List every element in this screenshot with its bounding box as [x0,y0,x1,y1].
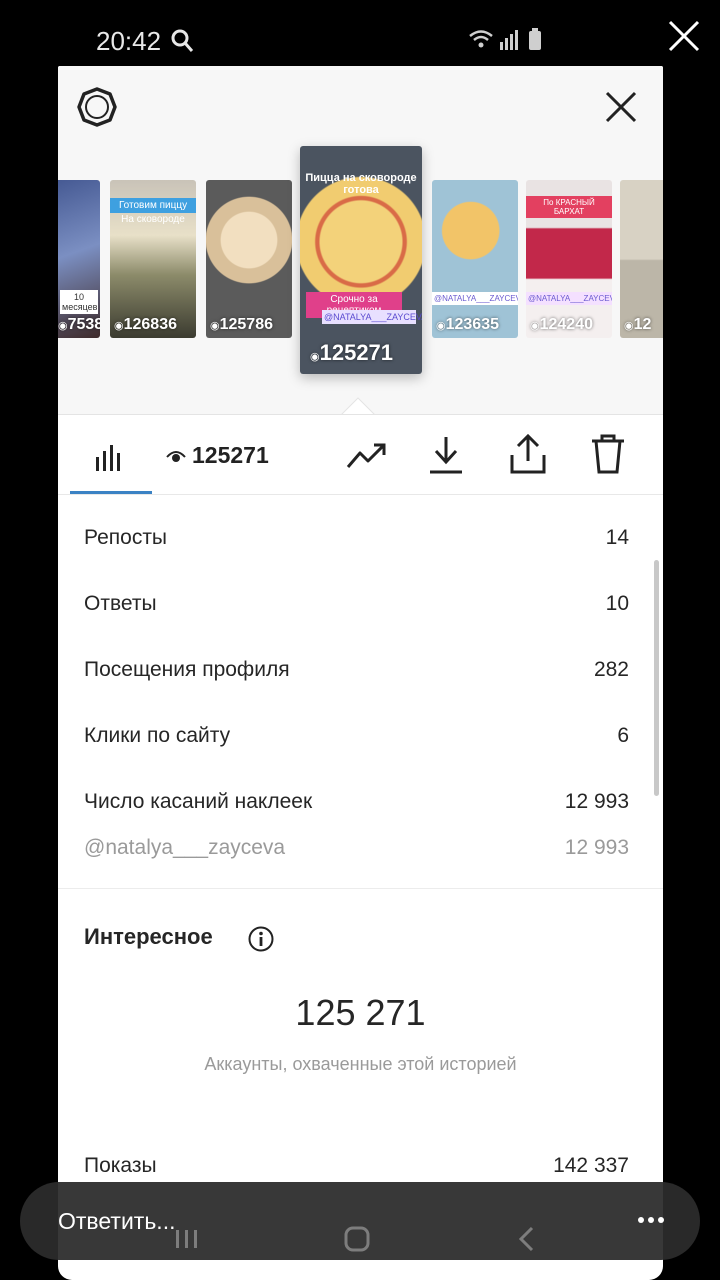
divider [58,888,663,889]
stat-row-mention[interactable]: @natalya___zayceva 12 993 [58,826,663,872]
story-mention-tag: @NATALYA___ZAYCEVA [322,310,422,324]
stat-row-profile-visits: Посещения профиля 282 [58,628,663,694]
story-views: 123635 [436,316,499,334]
story-thumbnail[interactable]: Готовим пиццу На сковороде 126836 [110,180,196,338]
trash-icon[interactable] [590,433,626,475]
stat-label: Число касаний наклеек [84,790,313,813]
screen: 20:42 10 месяцев ◉ 7538 Готовим пиццу На… [0,0,720,1280]
reach-caption: Аккаунты, охваченные этой историей [204,1054,517,1074]
story-views: 125271 [310,340,393,366]
stat-label: Посещения профиля [84,658,290,681]
selected-pointer [340,397,376,416]
story-views: 12 [624,316,652,334]
stat-value: 6 [617,724,629,747]
close-viewer-icon[interactable] [666,18,702,54]
reach-value: 125 271 [295,992,426,1033]
stat-value: 12 993 [564,836,629,859]
stories-strip-area: 10 месяцев 7538 Готовим пиццу На сковоро… [58,66,663,416]
stat-row-reposts: Репосты 14 [58,496,663,562]
story-thumbnail[interactable]: 125786 [206,180,292,338]
story-views: 7538 [58,316,100,334]
status-bar: 20:42 [58,22,663,62]
home-icon [344,1226,370,1252]
story-caption: Готовим пиццу [110,198,196,213]
story-thumbnail-active[interactable]: Пицца на сковороде готова Срочно за реце… [300,146,422,374]
story-caption: @NATALYA___ZAYCEVA [432,292,518,305]
back-icon [518,1226,534,1252]
stat-label: Показы [84,1154,157,1177]
views-count: 125271 [192,442,269,468]
eye-icon [166,451,186,462]
story-views: 125786 [210,316,273,334]
story-mention-tag: @NATALYA___ZAYCEVA [526,292,612,305]
more-icon[interactable] [636,1210,666,1230]
story-thumbnails: 10 месяцев 7538 Готовим пиццу На сковоро… [58,146,663,386]
stat-value: 12 993 [564,790,629,813]
story-caption: 10 месяцев [60,290,98,314]
stat-value: 10 [605,592,629,615]
wifi-icon [469,30,493,48]
story-caption-secondary: На сковороде [121,214,185,225]
story-views: 124240 [530,316,593,334]
stat-row-sticker-taps: Число касаний наклеек 12 993 [58,760,663,826]
settings-icon[interactable] [76,86,118,128]
story-thumbnail[interactable]: 10 месяцев 7538 [58,180,100,338]
share-icon[interactable] [508,433,548,475]
story-thumbnail[interactable]: @NATALYA___ZAYCEVA 123635 [432,180,518,338]
stats-icon[interactable] [94,441,126,473]
trend-icon[interactable] [346,439,388,473]
interactions-list: Репосты 14 Ответы 10 Посещения профиля 2… [58,496,663,872]
insights-toolbar: 125271 [58,415,663,495]
story-thumbnail[interactable]: По КРАСНЫЙ БАРХАТ @NATALYA___ZAYCEVA 124… [526,180,612,338]
story-thumbnail[interactable]: 12 [620,180,663,338]
signal-icon [500,30,518,50]
stat-value: 282 [593,658,629,681]
close-icon[interactable] [604,90,638,124]
section-title: Интересное [84,924,213,949]
insights-sheet: 10 месяцев 7538 Готовим пиццу На сковоро… [58,66,663,1280]
stat-value: 14 [605,526,629,549]
active-tab-indicator [70,491,152,494]
stat-value: 142 337 [553,1154,629,1177]
story-caption: Пицца на сковороде готова [305,172,417,196]
status-time: 20:42 [96,26,162,56]
search-icon [171,29,194,52]
recent-apps-icon [176,1230,197,1248]
mention-label[interactable]: @natalya___zayceva [84,836,285,860]
stat-row-replies: Ответы 10 [58,562,663,628]
scrollbar[interactable] [654,560,659,796]
battery-icon [529,28,541,50]
reply-input[interactable]: Ответить... [58,1208,175,1235]
info-icon[interactable] [248,926,274,952]
story-caption: По КРАСНЫЙ БАРХАТ [526,196,612,218]
stat-label: Репосты [84,526,168,549]
stat-label: Клики по сайту [84,724,231,747]
stat-row-site-clicks: Клики по сайту 6 [58,694,663,760]
stat-label: Ответы [84,592,157,615]
download-icon[interactable] [428,435,464,475]
story-views: 126836 [114,316,177,334]
